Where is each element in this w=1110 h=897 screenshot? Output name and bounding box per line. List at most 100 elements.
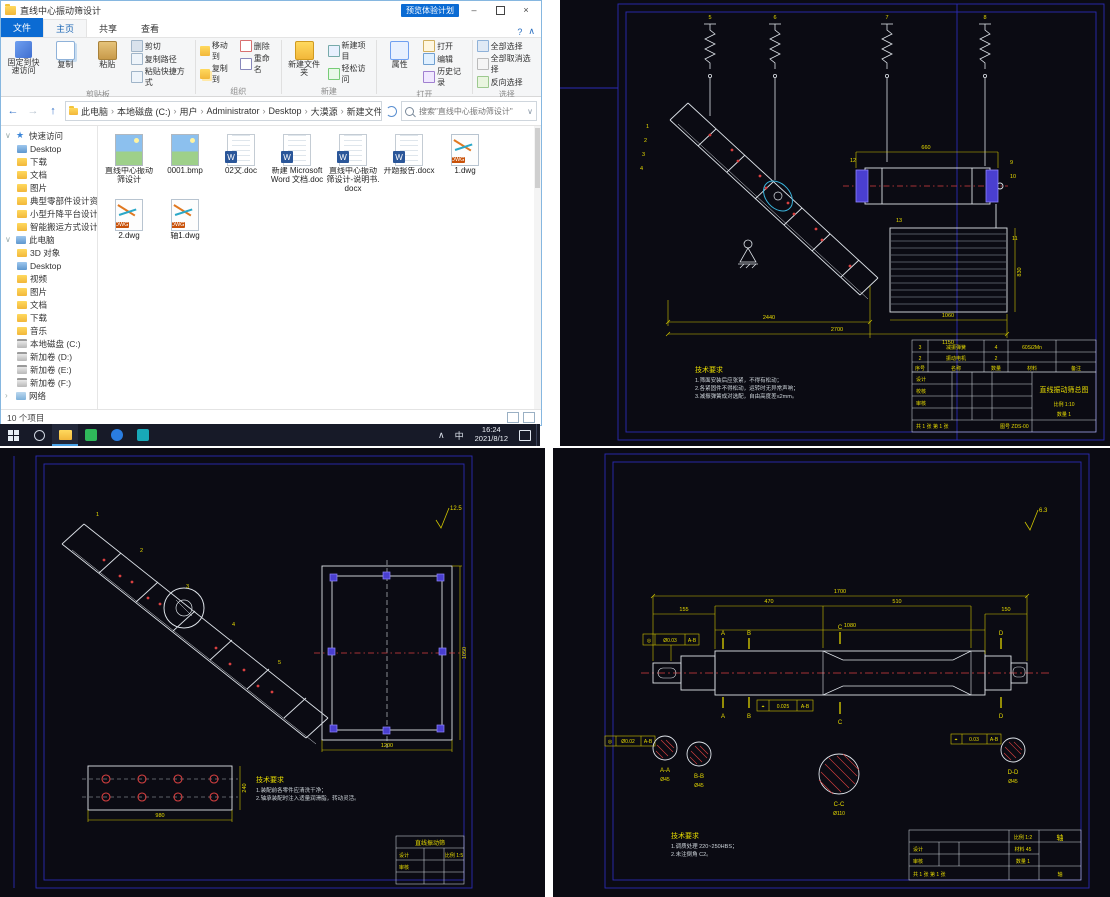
file-item[interactable]: W 开题报告.docx xyxy=(382,132,436,195)
move-to-icon xyxy=(199,46,210,56)
new-item-button[interactable]: 新建项目 xyxy=(327,40,374,62)
open-button[interactable]: 打开 xyxy=(422,40,469,52)
taskbar-app-browser[interactable] xyxy=(104,424,130,446)
tray-expand-icon[interactable]: ∧ xyxy=(433,424,450,446)
invert-selection-button[interactable]: 反向选择 xyxy=(476,76,538,88)
tab-home[interactable]: 主页 xyxy=(43,19,88,37)
minimize-button[interactable]: – xyxy=(463,2,485,18)
nav-item-volume-d[interactable]: 新加卷 (D:) xyxy=(1,350,97,363)
list-view-icon[interactable] xyxy=(507,412,519,423)
tolerance-frame-4: ⌖ 0.03 A-B xyxy=(950,733,1002,745)
nav-quick-access[interactable]: ∨ ★ 快速访问 xyxy=(1,129,97,142)
browser-icon xyxy=(111,429,123,441)
roughness-symbol: 12.5 xyxy=(435,506,462,529)
scrollbar[interactable] xyxy=(534,126,541,409)
nav-item-downloads[interactable]: 下载 xyxy=(1,311,97,324)
nav-item-videos[interactable]: 视频 xyxy=(1,272,97,285)
select-none-button[interactable]: 全部取消选择 xyxy=(476,53,538,75)
select-all-button[interactable]: 全部选择 xyxy=(476,40,538,52)
forward-button[interactable]: → xyxy=(25,103,41,119)
up-button[interactable]: ↑ xyxy=(45,103,61,119)
nav-item-downloads[interactable]: 下载 xyxy=(1,155,97,168)
nav-item-volume-e[interactable]: 新加卷 (E:) xyxy=(1,363,97,376)
ribbon-group-clipboard: 固定到快速访问 复制 粘贴 剪切 复制路径 粘贴快捷方式 剪贴板 xyxy=(1,38,195,99)
file-item[interactable]: DWG 2.dwg xyxy=(102,197,156,243)
copy-to-button[interactable]: 复制到 xyxy=(199,63,236,85)
nav-item-music[interactable]: 音乐 xyxy=(1,324,97,337)
back-button[interactable]: ← xyxy=(5,103,21,119)
tab-share[interactable]: 共享 xyxy=(87,20,129,37)
nav-item-local-disk-c[interactable]: 本地磁盘 (C:) xyxy=(1,337,97,350)
search-button[interactable] xyxy=(26,424,52,446)
breadcrumb-segment[interactable]: Desktop xyxy=(268,106,303,116)
input-language-indicator[interactable]: 中 xyxy=(450,424,469,446)
select-all-icon xyxy=(476,40,489,52)
breadcrumb-segment[interactable]: Administrator xyxy=(206,106,261,116)
bolt-plate xyxy=(82,765,238,811)
nav-item-volume-f[interactable]: 新加卷 (F:) xyxy=(1,376,97,389)
refresh-icon[interactable] xyxy=(386,105,397,117)
file-item[interactable]: DWG 1.dwg xyxy=(438,132,492,195)
taskbar-app-green[interactable] xyxy=(78,424,104,446)
cut-button[interactable]: 剪切 xyxy=(130,40,192,52)
breadcrumb-segment[interactable]: 此电脑 xyxy=(80,105,109,118)
history-button[interactable]: 历史记录 xyxy=(422,66,469,88)
move-to-button[interactable]: 移动到 xyxy=(199,40,236,62)
svg-text:1.装配前各零件应清洗干净；: 1.装配前各零件应清洗干净； xyxy=(256,786,327,794)
file-item[interactable]: W 新建 Microsoft Word 文档.doc xyxy=(270,132,324,195)
nav-item-pictures[interactable]: 图片 xyxy=(1,181,97,194)
ribbon-collapse-icon[interactable]: ∧ xyxy=(528,26,535,37)
tab-view[interactable]: 查看 xyxy=(129,20,171,37)
nav-item-desktop[interactable]: Desktop xyxy=(1,142,97,155)
nav-item-folder[interactable]: 智能搬运方式设计资料 xyxy=(1,220,97,233)
breadcrumb-segment[interactable]: 用户 xyxy=(179,105,199,118)
taskbar-app-teal[interactable] xyxy=(130,424,156,446)
dim-overall: 2700 xyxy=(831,327,843,333)
edit-button[interactable]: 编辑 xyxy=(422,53,469,65)
properties-button[interactable]: 属性 xyxy=(380,40,419,70)
search-input[interactable] xyxy=(417,105,525,117)
maximize-button[interactable] xyxy=(489,2,511,18)
show-desktop-button[interactable] xyxy=(536,424,540,446)
deck-bolt-marks xyxy=(708,133,852,268)
nav-item-3d-objects[interactable]: 3D 对象 xyxy=(1,246,97,259)
tab-file[interactable]: 文件 xyxy=(1,18,44,37)
file-item[interactable]: 0001.bmp xyxy=(158,132,212,195)
breadcrumb-segment[interactable]: 新建文件夹 xyxy=(346,105,381,118)
new-folder-button[interactable]: 新建文件夹 xyxy=(285,40,324,79)
thumbnail-view-icon[interactable] xyxy=(523,412,535,423)
copy-path-button[interactable]: 复制路径 xyxy=(130,53,192,65)
title-block-text: 直线振动筛 设计 审核 比例 1:5 xyxy=(399,839,463,871)
svg-text:共 1 张 第 1 张: 共 1 张 第 1 张 xyxy=(913,871,946,878)
rename-button[interactable]: 重命名 xyxy=(239,53,278,75)
easy-access-button[interactable]: 轻松访问 xyxy=(327,63,374,85)
notification-center-button[interactable] xyxy=(514,424,536,446)
nav-network[interactable]: › 网络 xyxy=(1,389,97,402)
file-item[interactable]: DWG 轴1.dwg xyxy=(158,197,212,243)
nav-item-desktop[interactable]: Desktop xyxy=(1,259,97,272)
close-button[interactable]: × xyxy=(515,2,537,18)
help-icon[interactable]: ? xyxy=(517,27,522,37)
breadcrumb-segment[interactable]: 大漠源 xyxy=(310,105,339,118)
breadcrumb-segment[interactable]: 本地磁盘 (C:) xyxy=(116,105,172,118)
nav-item-folder[interactable]: 典型零部件设计资料参考 xyxy=(1,194,97,207)
copy-button[interactable]: 复制 xyxy=(46,40,85,70)
taskbar-clock[interactable]: 16:24 2021/8/12 xyxy=(469,426,514,443)
exciter-ellipse xyxy=(763,180,793,212)
nav-this-pc[interactable]: ∨ 此电脑 xyxy=(1,233,97,246)
search-dropdown-icon[interactable]: ∨ xyxy=(527,107,533,116)
svg-text:4: 4 xyxy=(232,622,235,628)
start-button[interactable] xyxy=(0,424,26,446)
taskbar-file-explorer[interactable] xyxy=(52,424,78,446)
file-item[interactable]: 直线中心振动筛设计 xyxy=(102,132,156,195)
file-item[interactable]: W 直线中心振动筛设计-说明书.docx xyxy=(326,132,380,195)
delete-button[interactable]: 删除 xyxy=(239,40,278,52)
nav-item-documents[interactable]: 文档 xyxy=(1,298,97,311)
paste-button[interactable]: 粘贴 xyxy=(88,40,127,70)
nav-item-documents[interactable]: 文档 xyxy=(1,168,97,181)
nav-item-pictures[interactable]: 图片 xyxy=(1,285,97,298)
nav-item-folder[interactable]: 小型升降平台设计资料 xyxy=(1,207,97,220)
pin-to-quick-access-button[interactable]: 固定到快速访问 xyxy=(4,40,43,77)
file-item[interactable]: W 02文.doc xyxy=(214,132,268,195)
paste-shortcut-button[interactable]: 粘贴快捷方式 xyxy=(130,66,192,88)
